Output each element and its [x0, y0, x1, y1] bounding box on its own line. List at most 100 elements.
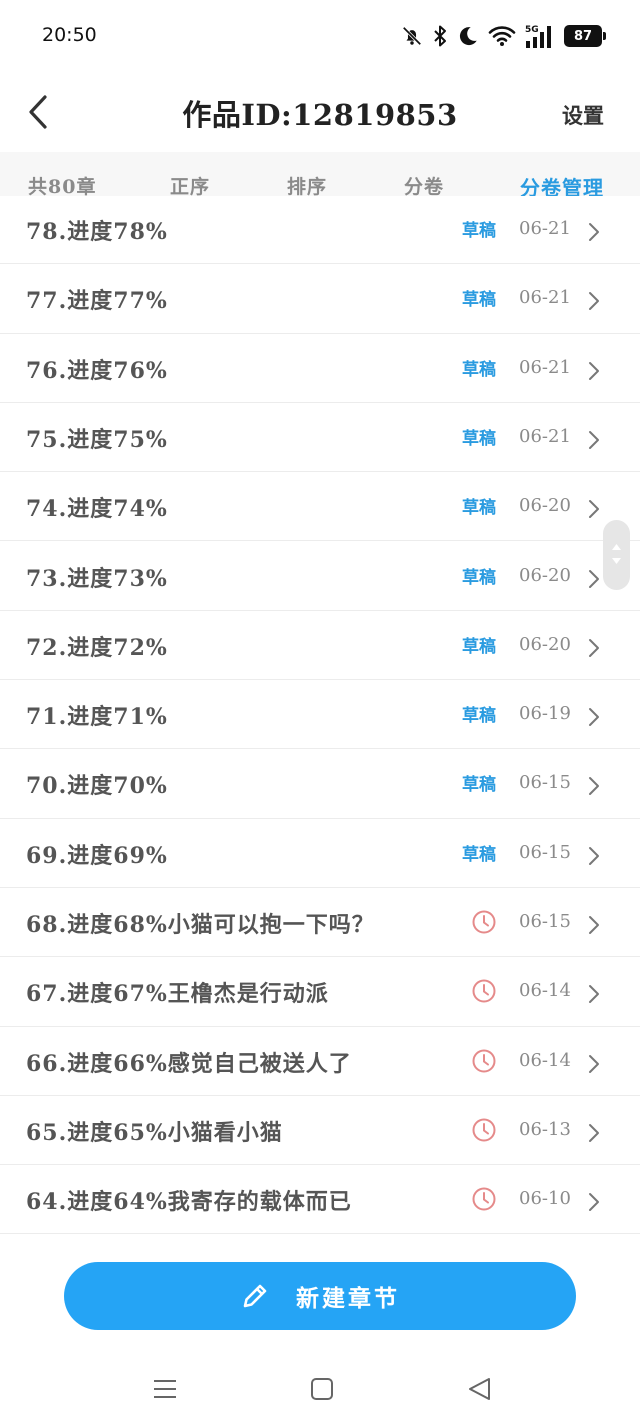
- chapter-title: 77.进度77%: [26, 288, 168, 315]
- chapter-date: 06-15: [519, 772, 571, 794]
- chevron-right-icon: [589, 1123, 599, 1142]
- chapter-row[interactable]: 78.进度78% 草稿 06-21: [0, 196, 640, 265]
- chevron-right-icon: [589, 569, 599, 588]
- chapter-row[interactable]: 73.进度73% 草稿 06-20: [0, 541, 640, 611]
- chapter-date: 06-20: [519, 633, 571, 655]
- chapter-title: 72.进度72%: [26, 634, 168, 661]
- chapter-title: 69.进度69%: [26, 842, 168, 869]
- wifi-icon: [488, 26, 516, 46]
- chapter-row[interactable]: 71.进度71% 草稿 06-19: [0, 680, 640, 750]
- chapter-row[interactable]: 64.进度64%我寄存的载体而已 06-10: [0, 1165, 640, 1235]
- clock-icon: [472, 1049, 496, 1073]
- draft-badge: 草稿: [462, 428, 496, 449]
- chapter-title: 70.进度70%: [26, 773, 168, 800]
- signal-icon: 5G: [525, 25, 551, 48]
- back-triangle-icon: [469, 1378, 490, 1400]
- chapter-row[interactable]: 75.进度75% 草稿 06-21: [0, 402, 640, 473]
- header: 作品ID:12819853 设置: [0, 72, 640, 152]
- chapter-date: 06-20: [519, 564, 571, 586]
- chapter-row[interactable]: 68.进度68%小猫可以抱一下吗？ 06-15: [0, 888, 640, 958]
- chapter-date: 06-15: [519, 911, 571, 932]
- draft-badge: 草稿: [462, 706, 496, 727]
- chapter-date: 06-13: [519, 1118, 571, 1140]
- system-nav-bar: [0, 1356, 640, 1426]
- chapter-row[interactable]: 74.进度74% 草稿 06-20: [0, 472, 640, 542]
- chapter-date: 06-21: [519, 287, 571, 309]
- svg-text:5G: 5G: [525, 25, 539, 35]
- chapter-row[interactable]: 77.进度77% 草稿 06-21: [0, 264, 640, 334]
- chapter-title: 78.进度78%: [26, 219, 168, 245]
- chapter-list: 78.进度78% 草稿 06-21 77.进度77% 草稿 06-21 76.进度76% 草稿…: [0, 196, 640, 1236]
- chapter-row[interactable]: 66.进度66%感觉自己被送人了 06-14: [0, 1026, 640, 1096]
- chapter-title: 66.进度66%感觉自己被送人了: [26, 1050, 352, 1077]
- status-time: 20:50: [42, 24, 97, 46]
- chevron-right-icon: [589, 638, 599, 657]
- chapter-title: 75.进度75%: [26, 426, 168, 453]
- home-button[interactable]: [307, 1374, 337, 1404]
- chevron-right-icon: [589, 500, 599, 519]
- scroll-handle[interactable]: [603, 520, 630, 590]
- new-chapter-label: 新建章节: [296, 1285, 400, 1312]
- chapter-date: 06-21: [519, 425, 571, 447]
- chapter-date: 06-21: [519, 356, 571, 378]
- tab-volume[interactable]: 分卷: [404, 172, 444, 199]
- draft-badge: 草稿: [462, 567, 496, 588]
- chapter-title: 76.进度76%: [26, 357, 168, 384]
- settings-button[interactable]: 设置: [562, 100, 604, 130]
- chapter-row[interactable]: 76.进度76% 草稿 06-21: [0, 333, 640, 403]
- draft-badge: 草稿: [462, 844, 496, 865]
- chapter-title: 65.进度65%小猫看小猫: [26, 1119, 283, 1146]
- draft-badge: 草稿: [462, 636, 496, 657]
- draft-badge: 草稿: [462, 775, 496, 796]
- chapter-title: 68.进度68%小猫可以抱一下吗？: [26, 912, 375, 938]
- chapter-row[interactable]: 69.进度69% 草稿 06-15: [0, 818, 640, 888]
- chapter-date: 06-15: [519, 841, 571, 863]
- tab-chapter-count[interactable]: 共80章: [28, 172, 96, 199]
- clock-icon: [472, 1187, 496, 1211]
- chevron-right-icon: [589, 223, 599, 241]
- menu-button[interactable]: [150, 1374, 180, 1404]
- chapter-title: 74.进度74%: [26, 496, 168, 523]
- chevron-right-icon: [589, 708, 599, 727]
- status-bar: 20:50 5G 87: [0, 0, 640, 72]
- tab-ascending[interactable]: 正序: [170, 172, 210, 199]
- chevron-right-icon: [589, 1054, 599, 1073]
- bell-muted-icon: [402, 26, 422, 46]
- home-square-icon: [311, 1378, 333, 1400]
- new-chapter-button[interactable]: 新建章节: [64, 1262, 576, 1330]
- moon-icon: [459, 27, 477, 46]
- chapter-date: 06-14: [519, 980, 571, 1002]
- chevron-right-icon: [589, 361, 599, 380]
- chevron-right-icon: [589, 916, 599, 934]
- chapter-date: 06-10: [519, 1188, 571, 1210]
- clock-icon: [472, 1118, 496, 1142]
- chapter-date: 06-19: [519, 703, 571, 725]
- draft-badge: 草稿: [462, 290, 496, 311]
- chevron-right-icon: [589, 1193, 599, 1212]
- menu-icon: [154, 1380, 176, 1398]
- bottom-action-area: 新建章节: [0, 1236, 640, 1356]
- chapter-date: 06-14: [519, 1049, 571, 1071]
- chevron-right-icon: [589, 985, 599, 1004]
- chapter-date: 06-20: [519, 495, 571, 517]
- page-title: 作品ID:12819853: [182, 98, 458, 132]
- tab-sort[interactable]: 排序: [287, 172, 327, 199]
- chapter-title: 71.进度71%: [26, 704, 168, 731]
- chapter-title: 64.进度64%我寄存的载体而已: [26, 1189, 352, 1216]
- bluetooth-icon: [434, 25, 446, 47]
- draft-badge: 草稿: [462, 221, 496, 241]
- chevron-right-icon: [589, 846, 599, 865]
- back-nav-button[interactable]: [465, 1374, 495, 1404]
- chapter-row[interactable]: 72.进度72% 草稿 06-20: [0, 610, 640, 681]
- pencil-icon: [243, 1284, 267, 1308]
- chapter-title: 73.进度73%: [26, 565, 168, 592]
- chapter-row[interactable]: 70.进度70% 草稿 06-15: [0, 749, 640, 819]
- draft-badge: 草稿: [462, 359, 496, 380]
- chevron-right-icon: [589, 430, 599, 449]
- chevron-right-icon: [589, 292, 599, 311]
- scroll-arrows-icon: [612, 544, 621, 564]
- chapter-row[interactable]: 65.进度65%小猫看小猫 06-13: [0, 1095, 640, 1166]
- chapter-date: 06-21: [519, 218, 571, 239]
- chapter-title: 67.进度67%王橹杰是行动派: [26, 981, 329, 1008]
- chapter-row[interactable]: 67.进度67%王橹杰是行动派 06-14: [0, 957, 640, 1027]
